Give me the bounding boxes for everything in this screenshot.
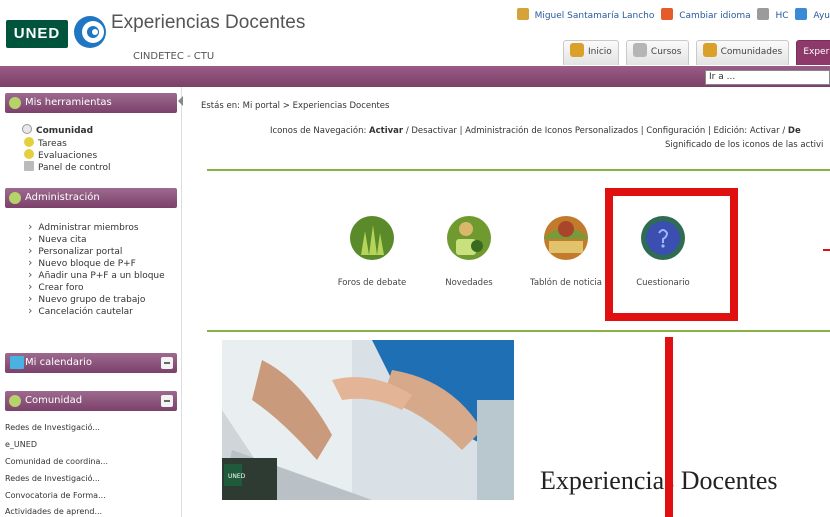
- communities-icon: [702, 43, 717, 57]
- tab-experiencias[interactable]: Experie: [796, 40, 830, 65]
- hc-link[interactable]: HC: [757, 8, 789, 21]
- evaluations-icon: [24, 149, 34, 159]
- highlight-arrow: [823, 249, 830, 251]
- bulletin-board-icon: [544, 216, 588, 260]
- header: UNED Experiencias Docentes CINDETEC - CT…: [0, 0, 830, 66]
- community-item-label: Comunidad de coordina...: [5, 457, 109, 466]
- site-subtitle: CINDETEC - CTU: [133, 51, 215, 62]
- nav-options-links[interactable]: / Desactivar | Administración de Iconos …: [406, 126, 785, 136]
- calendar-icon: [10, 356, 24, 369]
- collapse-sidebar-icon[interactable]: [178, 96, 183, 106]
- highlight-box: [605, 188, 738, 321]
- tab-cursos[interactable]: Cursos: [625, 40, 689, 65]
- main-tabs: Inicio Cursos Comunidades Experie: [563, 40, 830, 66]
- sidebar-item-tareas[interactable]: Tareas: [24, 137, 67, 149]
- site-title: Experiencias Docentes: [111, 12, 306, 33]
- community-item-label: Actividades de aprend...: [5, 507, 103, 516]
- community-item[interactable]: Convocatoria de Forma...: [5, 491, 106, 500]
- calendar-title: Mi calendario: [25, 357, 92, 368]
- tab-comunidades[interactable]: Comunidades: [695, 40, 790, 65]
- tools-title: Mis herramientas: [25, 97, 112, 108]
- change-language-label: Cambiar idioma: [679, 11, 751, 21]
- tasks-icon: [24, 137, 34, 147]
- collapse-icon[interactable]: [161, 357, 173, 369]
- hc-icon: [757, 8, 770, 20]
- tool-label: Novedades: [445, 278, 493, 288]
- tab-label: Cursos: [650, 47, 682, 57]
- sidebar-item-label: Comunidad: [36, 126, 94, 136]
- tool-label: Foros de debate: [337, 278, 407, 288]
- user-link[interactable]: Miguel Santamaría Lancho: [516, 8, 655, 21]
- uned-logo[interactable]: UNED: [6, 20, 68, 48]
- help-label: Ayu: [813, 11, 830, 21]
- tools-header[interactable]: Mis herramientas: [5, 93, 177, 113]
- activity-icons-meaning-link[interactable]: Significado de los iconos de las activi: [665, 140, 823, 150]
- community-item-label: e_UNED: [5, 440, 37, 449]
- community-item[interactable]: e_UNED: [5, 440, 37, 449]
- sidebar: Mis herramientas Comunidad Tareas Evalua…: [0, 87, 182, 517]
- sidebar-item-label: Evaluaciones: [38, 151, 98, 161]
- nav-deactivate-link[interactable]: De: [788, 126, 801, 136]
- page: UNED Experiencias Docentes CINDETEC - CT…: [0, 0, 830, 517]
- collapse-icon[interactable]: [161, 395, 173, 407]
- breadcrumb: Estás en: Mi portal > Experiencias Docen…: [201, 101, 390, 111]
- nav-icons-label: Iconos de Navegación:: [270, 126, 367, 136]
- admin-header[interactable]: Administración: [5, 188, 177, 208]
- tab-label: Inicio: [588, 47, 612, 57]
- community-title: Comunidad: [25, 395, 83, 406]
- user-bar: Miguel Santamaría Lancho Cambiar idioma …: [513, 8, 830, 21]
- tool-label: Tablón de noticia: [530, 278, 602, 288]
- admin-icon: [9, 192, 21, 204]
- tool-foros[interactable]: Foros de debate: [332, 215, 412, 288]
- hands-laptop-image: UNED: [222, 340, 514, 500]
- tab-label: Comunidades: [720, 47, 783, 57]
- sidebar-item-evaluaciones[interactable]: Evaluaciones: [24, 149, 97, 161]
- courses-icon: [632, 43, 647, 57]
- hero-title: Experiencias Docentes: [540, 466, 778, 495]
- tab-label: Experie: [803, 47, 830, 57]
- community-header-icon: [9, 395, 21, 407]
- divider: [207, 169, 830, 171]
- hero-badge: UNED: [228, 473, 246, 480]
- sidebar-item-label: Tareas: [38, 139, 67, 149]
- tab-inicio[interactable]: Inicio: [563, 40, 619, 65]
- user-name: Miguel Santamaría Lancho: [534, 11, 655, 21]
- help-icon: [795, 8, 808, 20]
- user-icon: [516, 8, 529, 20]
- help-link[interactable]: Ayu: [795, 8, 830, 21]
- navigation-icons-bar: Iconos de Navegación: Activar / Desactiv…: [270, 126, 801, 136]
- sidebar-item-comunidad[interactable]: Comunidad: [22, 124, 93, 136]
- home-icon: [570, 43, 584, 57]
- control-panel-icon: [24, 161, 34, 171]
- news-icon: [447, 216, 491, 260]
- tools-icon: [9, 97, 21, 109]
- change-language-link[interactable]: Cambiar idioma: [661, 8, 751, 21]
- sidebar-item-cancellation[interactable]: Cancelación cautelar: [28, 304, 133, 317]
- admin-title: Administración: [25, 192, 100, 203]
- goto-select[interactable]: Ir a ...: [705, 70, 830, 85]
- tool-tablon[interactable]: Tablón de noticia: [526, 215, 606, 288]
- forum-icon: [350, 216, 394, 260]
- nav-activate-link[interactable]: Activar: [369, 126, 403, 136]
- highlight-line: [665, 337, 673, 517]
- sidebar-item-label: Panel de control: [38, 163, 111, 173]
- community-item-label: Redes de Investigació...: [5, 423, 100, 432]
- hero-image: UNED: [222, 340, 514, 500]
- swirl-logo-icon: [74, 16, 106, 48]
- calendar-header[interactable]: Mi calendario: [5, 353, 177, 373]
- community-icon: [22, 124, 32, 134]
- tool-novedades[interactable]: Novedades: [429, 215, 509, 288]
- hc-label: HC: [775, 11, 789, 21]
- community-item-label: Convocatoria de Forma...: [5, 491, 106, 500]
- language-icon: [661, 8, 674, 20]
- community-item[interactable]: Actividades de aprend...: [5, 507, 102, 516]
- community-item-label: Redes de Investigació...: [5, 474, 100, 483]
- sidebar-item-label: Cancelación cautelar: [38, 307, 133, 317]
- community-item[interactable]: Redes de Investigació...: [5, 474, 100, 483]
- divider: [207, 330, 830, 332]
- community-item[interactable]: Redes de Investigació...: [5, 423, 100, 432]
- community-item[interactable]: Comunidad de coordina...: [5, 457, 108, 466]
- community-header[interactable]: Comunidad: [5, 391, 177, 411]
- sidebar-item-panel[interactable]: Panel de control: [24, 161, 110, 173]
